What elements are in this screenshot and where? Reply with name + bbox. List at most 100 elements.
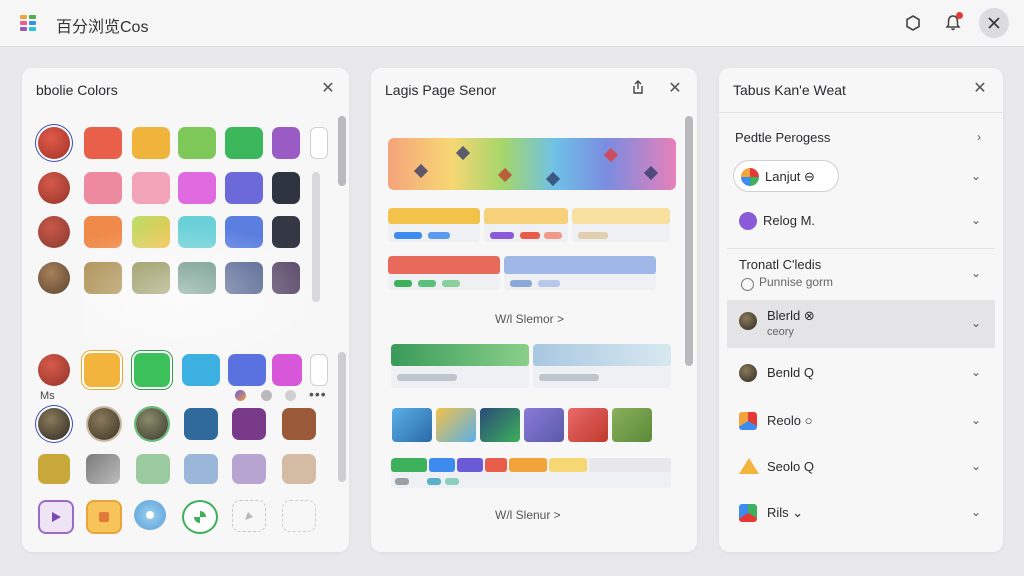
page-card[interactable] <box>572 208 670 242</box>
color-swatch[interactable] <box>136 454 170 484</box>
color-swatch[interactable] <box>272 354 302 386</box>
color-swatch[interactable] <box>84 262 122 294</box>
list-panel-close-icon[interactable]: ✕ <box>971 80 989 98</box>
divider <box>727 248 995 249</box>
list-item[interactable]: Lanjut ⊖ ⌄ <box>727 164 995 190</box>
avatar <box>739 312 757 330</box>
color-swatch[interactable] <box>272 127 300 159</box>
color-swatch[interactable] <box>225 127 263 159</box>
color-swatch[interactable] <box>232 454 266 484</box>
color-swatch[interactable] <box>225 172 263 204</box>
color-strip[interactable] <box>391 458 671 488</box>
list-item[interactable]: Relog M. ⌄ <box>727 208 995 234</box>
page-card[interactable] <box>391 344 529 388</box>
color-swatch[interactable] <box>282 454 316 484</box>
page-card[interactable] <box>388 256 500 290</box>
color-swatch[interactable] <box>84 172 122 204</box>
page-scrollbar[interactable] <box>685 116 693 366</box>
list-item[interactable]: Tronatl C'ledis Punnise gorm ⌄ <box>727 254 995 296</box>
palette-dot-icon[interactable] <box>235 390 246 401</box>
thumbnail[interactable] <box>480 408 520 442</box>
color-swatch[interactable] <box>232 408 266 440</box>
light-dot-icon[interactable] <box>285 390 296 401</box>
gray-dot-icon[interactable] <box>261 390 272 401</box>
panel-scrollbar-thumb[interactable] <box>338 116 346 186</box>
notification-bell-icon[interactable] <box>939 9 967 37</box>
color-swatch[interactable] <box>86 454 120 484</box>
swirl-tool-icon[interactable] <box>182 500 218 534</box>
color-swatch[interactable] <box>272 216 300 248</box>
color-swatch[interactable] <box>38 454 70 484</box>
section-caption[interactable]: W/l Slemor > <box>495 312 564 326</box>
color-swatch[interactable] <box>132 262 170 294</box>
empty-slot-icon[interactable] <box>282 500 316 532</box>
color-swatch[interactable] <box>178 127 216 159</box>
color-swatch[interactable] <box>272 262 300 294</box>
color-swatch[interactable] <box>132 172 170 204</box>
color-swatch[interactable] <box>184 408 218 440</box>
color-swatch[interactable] <box>282 408 316 440</box>
color-swatch[interactable] <box>272 172 300 204</box>
color-swatch[interactable] <box>38 127 70 159</box>
colors-panel-close-icon[interactable]: ✕ <box>319 80 337 98</box>
color-swatch[interactable] <box>178 172 216 204</box>
shield-icon <box>741 278 754 291</box>
list-item[interactable]: Seolo Q ⌄ <box>727 454 995 480</box>
notification-dot <box>956 12 963 19</box>
triangle-icon <box>739 458 759 474</box>
color-swatch[interactable] <box>184 454 218 484</box>
video-tool-icon[interactable] <box>38 500 74 534</box>
color-swatch[interactable] <box>84 353 120 387</box>
panel-scrollbar-lower[interactable] <box>338 352 346 482</box>
chevron-down-icon: ⌄ <box>970 459 981 473</box>
color-swatch[interactable] <box>88 408 120 440</box>
color-swatch[interactable] <box>225 262 263 294</box>
page-card[interactable] <box>388 208 480 242</box>
window-close-button[interactable] <box>979 8 1009 38</box>
swatch-scrollbar[interactable] <box>312 172 320 302</box>
list-item[interactable]: Pedtle Perogess › <box>727 126 995 152</box>
color-swatch[interactable] <box>38 408 70 440</box>
color-swatch[interactable] <box>228 354 266 386</box>
settings-hex-icon[interactable] <box>899 9 927 37</box>
color-swatch[interactable] <box>84 127 122 159</box>
list-item[interactable]: Rils ⌄ ⌄ <box>727 500 995 526</box>
page-card[interactable] <box>484 208 568 242</box>
chevron-down-icon: ⌄ <box>970 505 981 519</box>
frame-tool-icon[interactable] <box>86 500 122 534</box>
color-swatch[interactable] <box>132 216 170 248</box>
swatch-scroll-handle[interactable] <box>310 127 328 159</box>
thumbnail[interactable] <box>612 408 652 442</box>
page-panel-close-icon[interactable]: ✕ <box>666 80 684 98</box>
color-swatch[interactable] <box>134 353 170 387</box>
list-item[interactable]: Benld Q ⌄ <box>727 360 995 386</box>
color-swatch[interactable] <box>182 354 220 386</box>
color-swatch[interactable] <box>178 216 216 248</box>
more-options-icon[interactable]: ••• <box>309 386 327 402</box>
list-item-selected[interactable]: Blerld ⊗ ceory ⌄ <box>727 300 995 348</box>
thumbnail[interactable] <box>436 408 476 442</box>
share-icon[interactable] <box>629 80 647 98</box>
color-swatch[interactable] <box>84 216 122 248</box>
thumbnail[interactable] <box>524 408 564 442</box>
list-item[interactable]: Reolo ○ ⌄ <box>727 408 995 434</box>
list-panel-title: Tabus Kan'e Weat <box>733 82 846 98</box>
color-swatch[interactable] <box>38 354 70 386</box>
globe-tool-icon[interactable] <box>134 500 166 530</box>
color-swatch[interactable] <box>38 172 70 204</box>
page-card[interactable] <box>504 256 656 290</box>
swatch-scroll-handle-lower[interactable] <box>310 354 328 386</box>
thumbnail[interactable] <box>568 408 608 442</box>
section-caption-2[interactable]: W/l Slenur > <box>495 508 561 522</box>
close-icon <box>988 17 1000 29</box>
color-swatch[interactable] <box>178 262 216 294</box>
hero-banner[interactable] <box>388 138 676 190</box>
color-swatch[interactable] <box>38 216 70 248</box>
shape-tool-icon[interactable] <box>232 500 266 532</box>
thumbnail[interactable] <box>392 408 432 442</box>
color-swatch[interactable] <box>225 216 263 248</box>
color-swatch[interactable] <box>136 408 168 440</box>
page-card[interactable] <box>533 344 671 388</box>
color-swatch[interactable] <box>132 127 170 159</box>
color-swatch[interactable] <box>38 262 70 294</box>
